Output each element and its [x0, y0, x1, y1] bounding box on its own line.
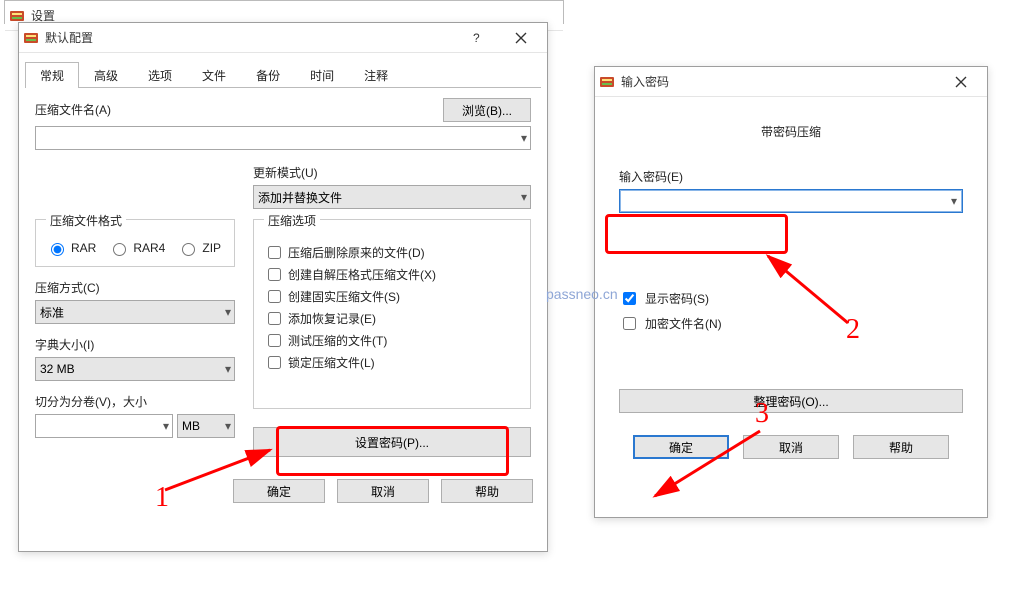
tab-options[interactable]: 选项 [133, 62, 187, 88]
password-label: 输入密码(E) [619, 168, 963, 185]
update-mode-select[interactable]: 添加并替换文件 [253, 185, 531, 209]
format-rar4[interactable]: RAR4 [108, 240, 165, 256]
tab-advanced[interactable]: 高级 [79, 62, 133, 88]
help-button[interactable]: ? [455, 24, 499, 52]
format-group: 压缩文件格式 RAR RAR4 ZIP [35, 219, 235, 267]
dialog1-titlebar[interactable]: 默认配置 ? [19, 23, 547, 53]
split-unit-value: MB [182, 419, 200, 433]
dialog1-title: 默认配置 [45, 29, 455, 46]
ok-button[interactable]: 确定 [233, 479, 325, 503]
archive-name-label: 压缩文件名(A) [35, 101, 443, 118]
organize-passwords-button[interactable]: 整理密码(O)... [619, 389, 963, 413]
show-password-check[interactable]: 显示密码(S) [619, 289, 963, 308]
split-label: 切分为分卷(V)，大小 [35, 393, 235, 410]
parent-window-fragment: 设置 [4, 0, 564, 24]
winrar-icon [599, 74, 615, 90]
cancel-button[interactable]: 取消 [743, 435, 839, 459]
tab-files[interactable]: 文件 [187, 62, 241, 88]
browse-button[interactable]: 浏览(B)... [443, 98, 531, 122]
opt-lock[interactable]: 锁定压缩文件(L) [264, 353, 520, 372]
help-button-footer[interactable]: 帮助 [441, 479, 533, 503]
opt-recovery[interactable]: 添加恢复记录(E) [264, 309, 520, 328]
split-size-input[interactable] [35, 414, 173, 438]
opt-sfx[interactable]: 创建自解压格式压缩文件(X) [264, 265, 520, 284]
method-select[interactable]: 标准 [35, 300, 235, 324]
split-unit-select[interactable]: MB [177, 414, 235, 438]
tab-backup[interactable]: 备份 [241, 62, 295, 88]
dialog2-titlebar[interactable]: 输入密码 [595, 67, 987, 97]
opt-solid[interactable]: 创建固实压缩文件(S) [264, 287, 520, 306]
update-mode-label: 更新模式(U) [253, 164, 531, 181]
close-icon [515, 32, 527, 44]
dict-value: 32 MB [40, 362, 75, 376]
ok-button[interactable]: 确定 [633, 435, 729, 459]
tab-general[interactable]: 常规 [25, 62, 79, 88]
dialog1-footer: 确定 取消 帮助 [19, 469, 547, 515]
method-label: 压缩方式(C) [35, 279, 235, 296]
dict-label: 字典大小(I) [35, 336, 235, 353]
options-group-label: 压缩选项 [264, 212, 320, 229]
format-group-label: 压缩文件格式 [46, 212, 126, 229]
opt-test[interactable]: 测试压缩的文件(T) [264, 331, 520, 350]
dict-select[interactable]: 32 MB [35, 357, 235, 381]
opt-delete-after[interactable]: 压缩后删除原来的文件(D) [264, 243, 520, 262]
svg-text:?: ? [473, 32, 480, 44]
method-value: 标准 [40, 304, 64, 321]
format-zip[interactable]: ZIP [177, 240, 221, 256]
update-mode-value: 添加并替换文件 [258, 189, 342, 206]
enter-password-dialog: 输入密码 带密码压缩 输入密码(E) ▾ 显示密码(S) 加密文件名(N) 整理… [594, 66, 988, 518]
dialog1-tabs: 常规 高级 选项 文件 备份 时间 注释 [25, 61, 541, 88]
tab-comment[interactable]: 注释 [349, 62, 403, 88]
format-rar[interactable]: RAR [46, 240, 96, 256]
password-input[interactable] [619, 189, 963, 213]
set-password-button[interactable]: 设置密码(P)... [253, 427, 531, 457]
archive-name-input[interactable] [35, 126, 531, 150]
close-icon [955, 76, 967, 88]
dialog2-title: 输入密码 [621, 73, 939, 90]
close-button[interactable] [939, 68, 983, 96]
cancel-button[interactable]: 取消 [337, 479, 429, 503]
password-heading: 带密码压缩 [619, 123, 963, 140]
dialog2-footer: 确定 取消 帮助 [595, 427, 987, 475]
winrar-icon [23, 30, 39, 46]
options-group: 压缩选项 压缩后删除原来的文件(D) 创建自解压格式压缩文件(X) 创建固实压缩… [253, 219, 531, 409]
close-button[interactable] [499, 24, 543, 52]
help-icon: ? [471, 32, 483, 44]
encrypt-names-check[interactable]: 加密文件名(N) [619, 314, 963, 333]
tab-time[interactable]: 时间 [295, 62, 349, 88]
default-profile-dialog: 默认配置 ? 常规 高级 选项 文件 备份 时间 注释 压缩文件名(A) 浏览(… [18, 22, 548, 552]
help-button-footer[interactable]: 帮助 [853, 435, 949, 459]
